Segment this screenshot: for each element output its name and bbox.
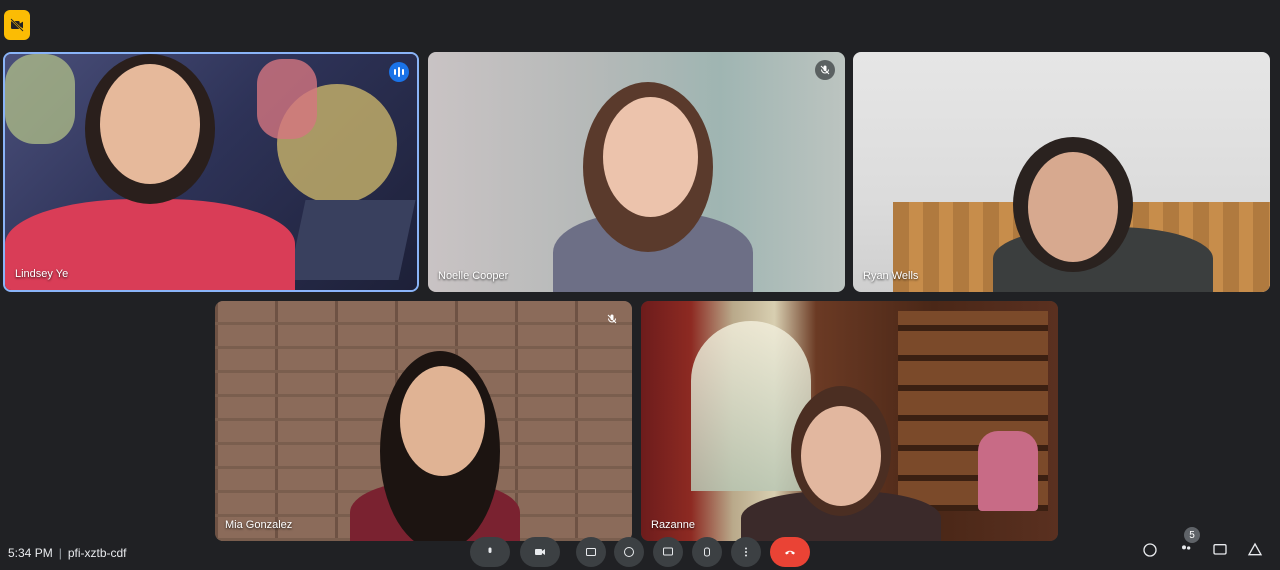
captions-icon	[586, 548, 596, 556]
participant-tile-5[interactable]: Razanne	[641, 301, 1058, 541]
end-call-button[interactable]	[770, 537, 810, 567]
participant-name: Mia Gonzalez	[225, 519, 293, 531]
participant-name: Ryan Wells	[863, 270, 919, 282]
captions-button[interactable]	[576, 537, 606, 567]
people-button[interactable]	[1178, 542, 1194, 558]
camera-button[interactable]	[520, 537, 560, 567]
chat-icon	[1213, 544, 1227, 555]
reactions-button[interactable]	[614, 537, 644, 567]
present-screen-icon	[663, 547, 673, 556]
camera-off-icon	[10, 18, 24, 32]
camera-off-badge[interactable]	[4, 10, 30, 40]
meeting-details-button[interactable]	[1142, 542, 1158, 558]
present-button[interactable]	[653, 537, 683, 567]
shapes-icon	[1247, 542, 1263, 556]
more-options-button[interactable]	[731, 537, 761, 567]
phone-hangup-icon	[785, 550, 795, 555]
participant-tile-4[interactable]: Mia Gonzalez	[215, 301, 632, 541]
participant-name: Razanne	[651, 519, 696, 531]
participant-tile-2[interactable]: Noelle Cooper	[428, 52, 845, 292]
emoji-icon	[624, 547, 634, 557]
info-icon	[1143, 543, 1157, 557]
speaking-indicator-icon	[389, 62, 409, 82]
meeting-code: pfi-xztb-cdf	[67, 546, 127, 560]
hand-icon	[704, 547, 710, 557]
raise-hand-button[interactable]	[692, 537, 722, 567]
bottom-toolbar: 5:34 PM | pfi-xztb-cdf 5	[0, 527, 1280, 570]
mic-off-icon	[815, 60, 835, 80]
participant-tile-3[interactable]: Ryan Wells	[853, 52, 1270, 292]
participant-name: Lindsey Ye	[15, 268, 69, 280]
chat-button[interactable]	[1212, 542, 1228, 558]
microphone-button[interactable]	[470, 537, 510, 567]
meeting-info: 5:34 PM | pfi-xztb-cdf	[8, 546, 127, 560]
microphone-icon	[488, 547, 492, 553]
participant-name: Noelle Cooper	[438, 270, 509, 282]
video-camera-icon	[535, 549, 545, 555]
more-vert-icon	[745, 547, 747, 557]
activities-button[interactable]	[1247, 542, 1263, 558]
people-icon	[1182, 545, 1191, 550]
clock-time: 5:34 PM	[8, 546, 53, 560]
people-count-badge: 5	[1184, 527, 1200, 543]
participant-tile-1[interactable]: Lindsey Ye	[3, 52, 419, 292]
mic-off-icon	[602, 309, 622, 329]
